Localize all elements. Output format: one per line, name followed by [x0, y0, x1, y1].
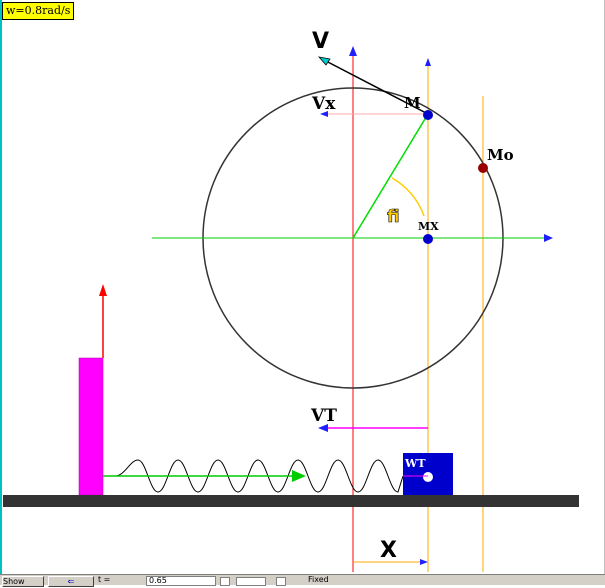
label-fi: fi: [387, 207, 400, 227]
point-mx: [423, 234, 433, 244]
label-vx: Vx: [311, 94, 336, 114]
checkbox-2[interactable]: [236, 577, 266, 586]
ground: [3, 495, 579, 507]
spring-force-arrowhead: [292, 470, 306, 482]
show-button[interactable]: Show: [2, 576, 44, 587]
checkbox-3[interactable]: [276, 577, 286, 586]
back-arrow-button[interactable]: ⇐: [48, 576, 94, 587]
velocity-arrowhead: [317, 56, 331, 66]
label-m: M: [404, 94, 421, 112]
point-m0: [478, 163, 488, 173]
label-vt: VT: [310, 406, 337, 426]
label-wt: WT: [404, 457, 426, 470]
wall-force-arrowhead: [99, 284, 107, 296]
wall: [78, 357, 104, 496]
label-v: V: [312, 29, 329, 54]
block-center: [423, 472, 433, 482]
label-m0: Mo: [487, 146, 514, 164]
mx-top-arrow: [425, 58, 431, 66]
point-m: [423, 110, 433, 120]
simulation-canvas[interactable]: V Vx M Mo fi MX VT WT X: [0, 0, 605, 584]
checkbox-1[interactable]: [220, 577, 230, 586]
x-displacement-arrowhead: [420, 559, 428, 565]
label-mx: MX: [418, 220, 439, 233]
time-input[interactable]: 0.65: [146, 576, 216, 586]
back-arrow-icon: ⇐: [67, 577, 75, 586]
label-x: X: [380, 538, 397, 563]
x-axis-arrow: [544, 234, 553, 242]
y-axis-arrow: [349, 46, 357, 56]
left-border: [0, 0, 2, 584]
simulation-svg: V Vx M Mo fi MX VT WT X: [3, 29, 579, 572]
omega-readout: w=0.8rad/s: [2, 2, 75, 20]
bottom-toolbar: Show ⇐ t = 0.65 Fixed: [0, 574, 605, 587]
